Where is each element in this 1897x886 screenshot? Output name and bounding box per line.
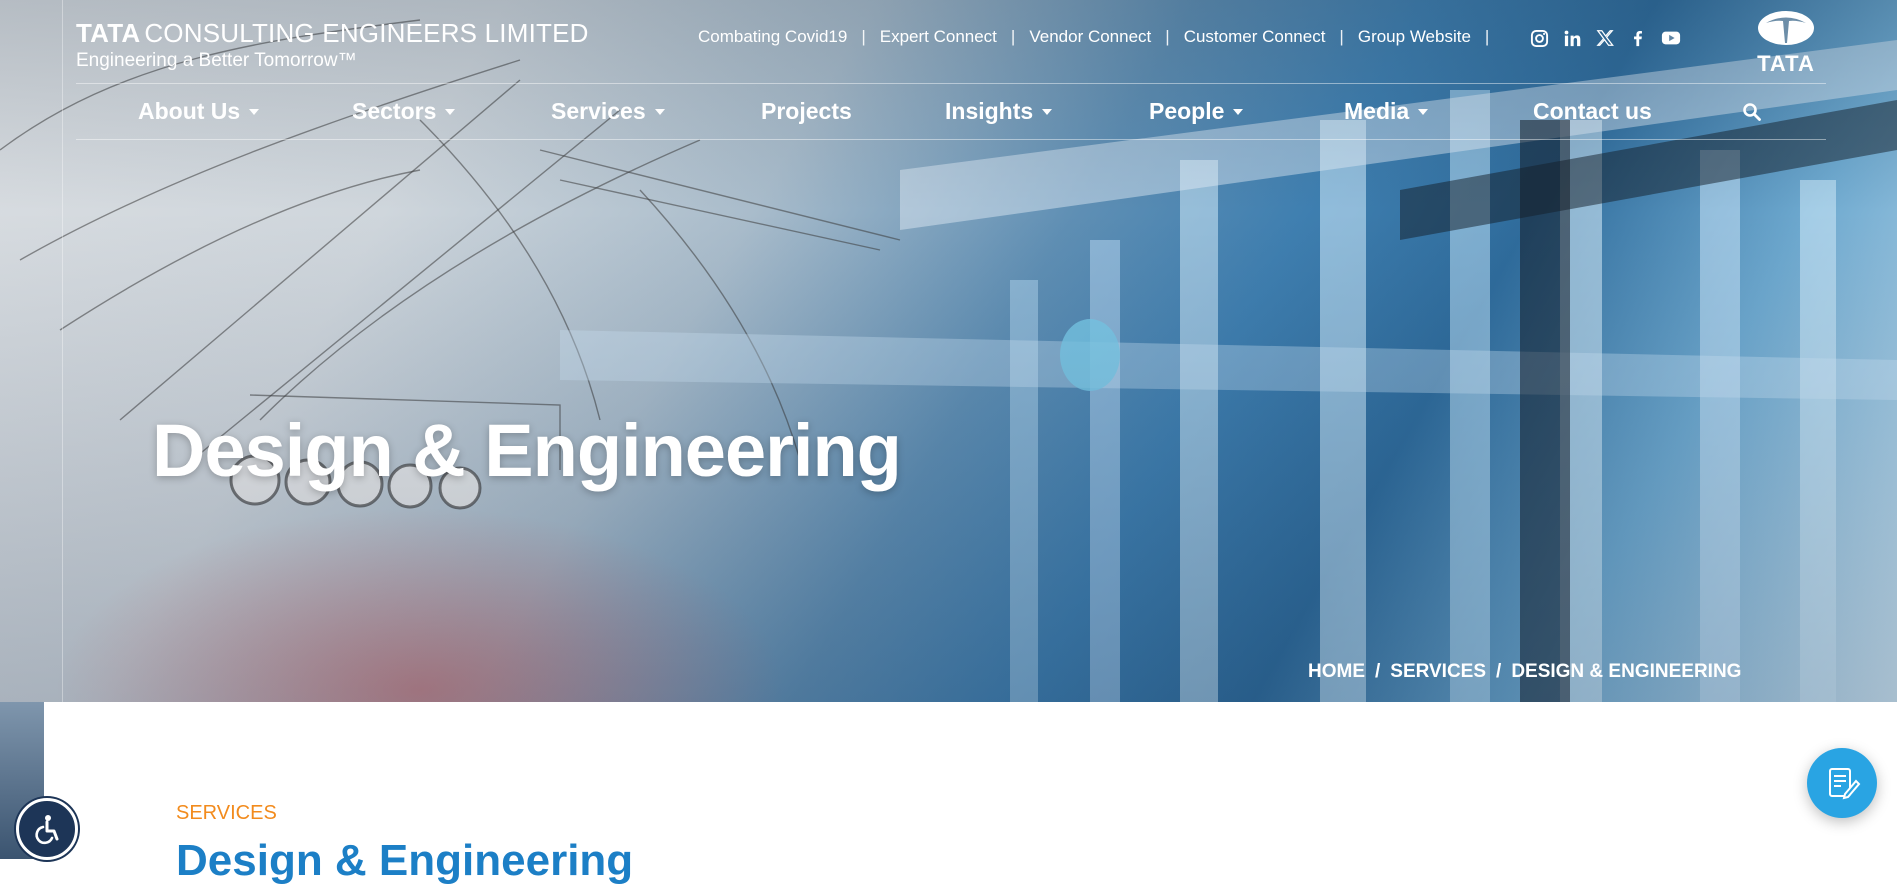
caret-down-icon xyxy=(1418,108,1429,115)
nav-item-insights[interactable]: Insights xyxy=(945,84,1053,139)
social-links xyxy=(1529,28,1681,48)
section-eyebrow: SERVICES xyxy=(176,802,277,824)
caret-down-icon xyxy=(1042,108,1053,115)
breadcrumb-separator: / xyxy=(1375,661,1381,682)
brand-tagline: Engineering a Better Tomorrow™ xyxy=(76,50,357,71)
nav-divider-bottom xyxy=(76,139,1826,140)
main-navigation: About Us Sectors Services Projects Insig… xyxy=(76,84,1826,139)
section-title: Design & Engineering xyxy=(176,836,634,885)
nav-item-sectors[interactable]: Sectors xyxy=(352,84,456,139)
top-link-customer-connect[interactable]: Customer Connect xyxy=(1184,27,1326,47)
search-icon[interactable] xyxy=(1742,102,1762,122)
top-link-separator: | xyxy=(1165,27,1170,46)
nav-item-projects[interactable]: Projects xyxy=(761,84,852,139)
brand-logo[interactable]: TATA CONSULTING ENGINEERS LIMITED Enginee… xyxy=(76,18,589,72)
top-link-group-website[interactable]: Group Website xyxy=(1358,27,1471,47)
caret-down-icon xyxy=(654,108,665,115)
breadcrumb-separator: / xyxy=(1496,661,1502,682)
breadcrumb-home[interactable]: HOME xyxy=(1308,661,1365,683)
brand-name: TATA CONSULTING ENGINEERS LIMITED xyxy=(76,18,589,48)
form-edit-icon xyxy=(1829,768,1861,800)
top-link-separator: | xyxy=(861,27,866,46)
tata-group-logo[interactable]: TATA xyxy=(1746,10,1826,76)
vertical-divider xyxy=(62,0,63,702)
caret-down-icon xyxy=(1233,108,1244,115)
top-link-separator: | xyxy=(1010,27,1016,46)
top-link-vendor-connect[interactable]: Vendor Connect xyxy=(1029,27,1151,47)
breadcrumb-current: DESIGN & ENGINEERING xyxy=(1511,661,1742,682)
hero-title: Design & Engineering xyxy=(152,409,902,492)
top-link-separator: | xyxy=(1484,27,1490,46)
breadcrumb: HOME / SERVICES / DESIGN & ENGINEERING xyxy=(1308,661,1741,683)
tata-emblem-icon xyxy=(1758,11,1814,45)
top-link-covid[interactable]: Combating Covid19 xyxy=(698,27,847,47)
top-link-separator: | xyxy=(1339,27,1344,46)
tata-wordmark: TATA xyxy=(1757,51,1815,76)
enquiry-form-button[interactable] xyxy=(1807,748,1877,818)
breadcrumb-services[interactable]: SERVICES xyxy=(1390,661,1486,683)
x-icon[interactable] xyxy=(1595,28,1615,48)
facebook-icon[interactable] xyxy=(1628,28,1648,48)
caret-down-icon xyxy=(445,108,456,115)
linkedin-icon[interactable] xyxy=(1562,28,1582,48)
accessibility-button[interactable] xyxy=(16,798,78,860)
instagram-icon[interactable] xyxy=(1529,28,1549,48)
nav-item-people[interactable]: People xyxy=(1149,84,1244,139)
top-link-expert-connect[interactable]: Expert Connect xyxy=(880,27,997,47)
nav-item-contact-us[interactable]: Contact us xyxy=(1533,84,1652,139)
top-utility-links: Combating Covid19 | Expert Connect | Ven… xyxy=(698,27,1503,47)
accessibility-icon xyxy=(35,815,59,845)
youtube-icon[interactable] xyxy=(1661,28,1681,48)
nav-item-about-us[interactable]: About Us xyxy=(138,84,260,139)
caret-down-icon xyxy=(249,108,260,115)
nav-item-services[interactable]: Services xyxy=(551,84,665,139)
nav-item-media[interactable]: Media xyxy=(1344,84,1429,139)
